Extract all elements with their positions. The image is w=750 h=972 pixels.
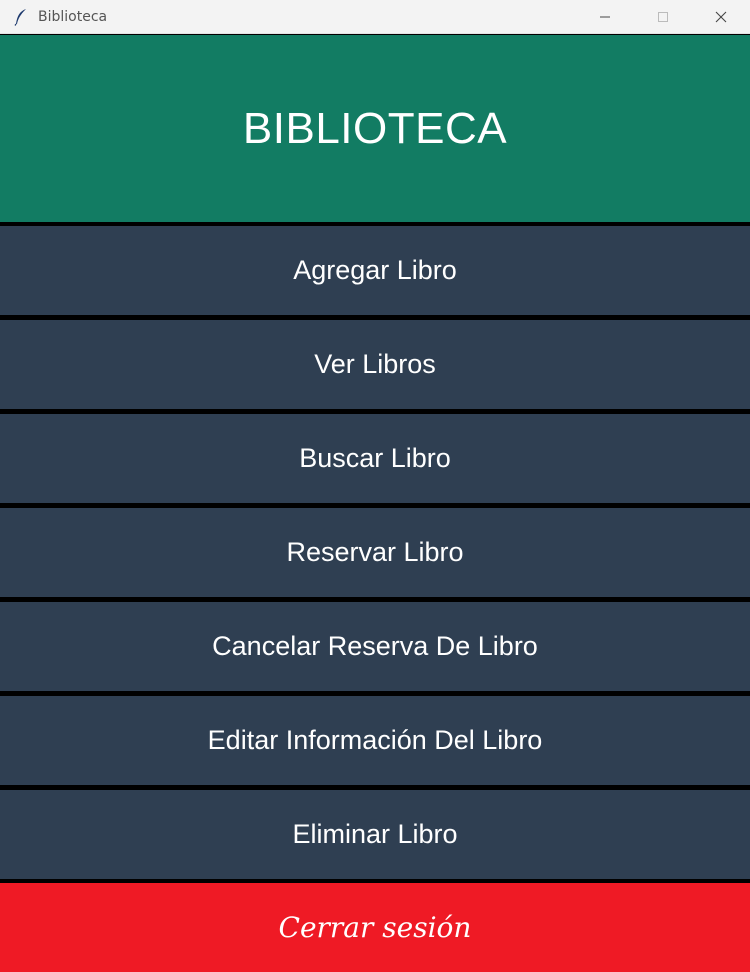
window-titlebar: Biblioteca [0,0,750,34]
app-header: BIBLIOTECA [0,35,750,222]
cancel-reservation-button[interactable]: Cancelar Reserva De Libro [0,602,750,691]
reserve-book-button[interactable]: Reservar Libro [0,508,750,597]
window-title: Biblioteca [38,8,108,25]
maximize-icon[interactable] [634,0,692,34]
page-title: BIBLIOTECA [242,103,508,153]
search-book-button[interactable]: Buscar Libro [0,414,750,503]
edit-book-info-button[interactable]: Editar Información Del Libro [0,696,750,785]
close-icon[interactable] [692,0,750,34]
delete-book-button[interactable]: Eliminar Libro [0,790,750,879]
feather-icon [6,0,36,34]
view-books-button[interactable]: Ver Libros [0,320,750,409]
add-book-button[interactable]: Agregar Libro [0,226,750,315]
logout-button[interactable]: Cerrar sesión [0,883,750,972]
minimize-icon[interactable] [576,0,634,34]
